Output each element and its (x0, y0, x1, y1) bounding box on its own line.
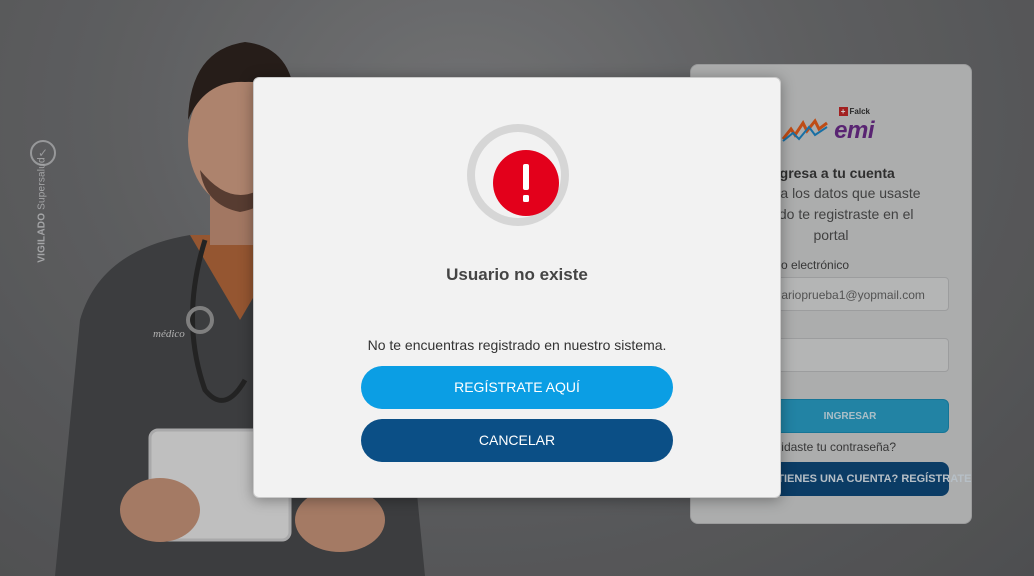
alert-ring (467, 124, 569, 226)
dialog-title: Usuario no existe (446, 265, 588, 284)
register-here-button[interactable]: REGÍSTRATE AQUÍ (361, 366, 673, 409)
cancel-button[interactable]: CANCELAR (361, 419, 673, 462)
user-not-found-dialog: Usuario no existe No te encuentras regis… (253, 77, 781, 498)
dialog-message: No te encuentras registrado en nuestro s… (367, 337, 667, 353)
exclamation-icon (493, 150, 559, 216)
